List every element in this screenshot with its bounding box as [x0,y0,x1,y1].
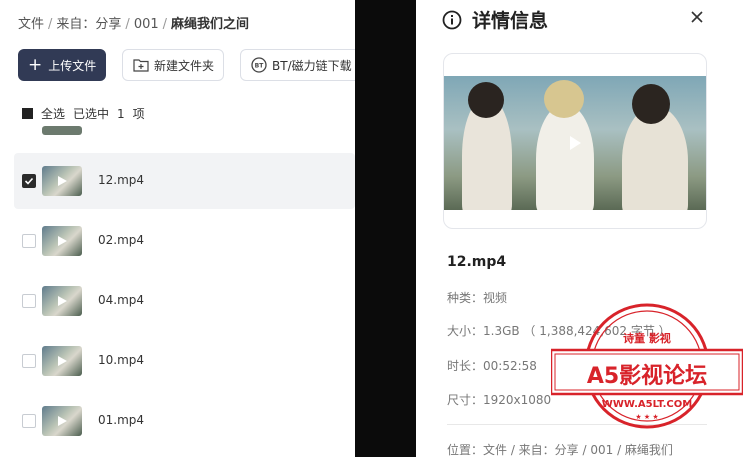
video-thumbnail [42,166,82,196]
watermark-url: WWW.A5LT.COM [602,399,692,410]
details-type: 种类：视频 [447,291,508,305]
video-thumbnail [42,406,82,436]
breadcrumb-item-files[interactable]: 文件 [18,17,44,32]
list-item[interactable]: 04.mp4 [14,273,355,329]
selection-bar: 全选 已选中 1 项 [22,105,153,122]
breadcrumb-separator: / [48,17,53,32]
video-preview[interactable] [444,76,706,210]
select-all-label[interactable]: 全选 [41,105,65,122]
breadcrumb-item-shared[interactable]: 来自：分享 [56,17,121,32]
row-checkbox[interactable] [22,414,36,428]
file-name: 02.mp4 [98,233,145,247]
play-icon [58,176,67,186]
bt-download-button[interactable]: BT BT/磁力链下载 [240,49,355,81]
play-icon[interactable] [570,136,581,150]
upload-label: 上传文件 [48,58,97,73]
list-item[interactable]: 02.mp4 [14,213,355,269]
watermark-top-text: 诗童 影视 [623,331,671,345]
play-icon [58,356,67,366]
watermark-stamp: 诗童 影视 A5影视论坛 WWW.A5LT.COM ★ ★ ★ [551,303,743,429]
star-icon: ★ ★ ★ [635,413,658,421]
select-all-checkbox[interactable] [22,108,33,119]
file-name: 04.mp4 [98,293,145,307]
row-checkbox[interactable] [22,234,36,248]
breadcrumb-current: 麻绳我们之间 [171,17,250,32]
preview-card [443,53,707,229]
breadcrumb-item-001[interactable]: 001 [134,17,159,32]
video-thumbnail [42,286,82,316]
details-dimensions: 尺寸：1920x1080 [447,393,552,407]
list-item[interactable]: 12.mp4 [14,153,355,209]
details-file-name: 12.mp4 [447,254,507,270]
selected-unit: 项 [132,107,145,121]
svg-text:BT: BT [255,63,265,70]
file-browser: 文件 / 来自：分享/001/麻绳我们之间 + 上传文件 新建文件夹 BT BT/磁… [0,0,355,457]
row-checkbox[interactable] [22,294,36,308]
list-item[interactable]: 01.mp4 [14,393,355,449]
plus-icon: + [28,54,43,75]
row-checkbox[interactable] [22,354,36,368]
details-header: 详情信息 [442,6,548,33]
details-location: 位置：文件 / 来自：分享 / 001 / 麻绳我们 [447,443,673,457]
list-item[interactable]: 10.mp4 [14,333,355,389]
video-thumbnail [42,226,82,256]
selected-count: 1 [117,106,125,121]
file-name: 10.mp4 [98,353,145,367]
file-name: 01.mp4 [98,413,145,427]
upload-button[interactable]: + 上传文件 [18,49,106,81]
dim-overlay[interactable] [355,0,416,457]
breadcrumb-separator: / [125,17,130,32]
play-icon [58,296,67,306]
list-item[interactable] [14,126,355,136]
person-figure [468,82,504,118]
check-icon [24,177,34,185]
person-figure [544,80,584,118]
breadcrumb: 文件 / 来自：分享/001/麻绳我们之间 [18,13,249,32]
person-figure [632,84,670,124]
file-name: 12.mp4 [98,173,145,187]
play-icon [58,236,67,246]
video-thumbnail [42,346,82,376]
person-figure [536,104,594,210]
new-folder-button[interactable]: 新建文件夹 [122,49,224,81]
details-title: 详情信息 [472,10,549,32]
bt-icon: BT [251,57,267,73]
info-circle-icon [442,10,462,29]
watermark-main-text: A5影视论坛 [587,363,707,389]
bt-download-label: BT/磁力链下载 [272,58,352,73]
close-icon[interactable] [689,9,705,25]
play-icon [58,416,67,426]
breadcrumb-separator: / [162,17,168,32]
details-duration: 时长：00:52:58 [447,359,537,373]
selected-prefix: 已选中 [73,107,110,121]
video-thumbnail [42,126,82,135]
folder-plus-icon [133,59,149,72]
row-checkbox[interactable] [22,174,36,188]
new-folder-label: 新建文件夹 [154,58,215,73]
